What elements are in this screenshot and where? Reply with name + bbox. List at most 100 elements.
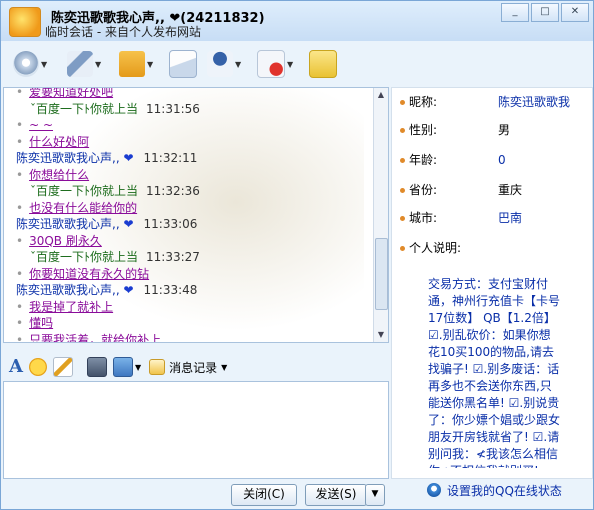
chat-history[interactable]: • 爱要知道好处吧 ˇ百度一下ﾄ你就上当 11:31:56 • ~ ~ • 什么好处阿 陈奕迅歌…: [3, 87, 389, 343]
message-text-line: • 懂吗: [16, 315, 366, 332]
scroll-down-arrow-icon[interactable]: ▼: [374, 328, 388, 342]
profile-label-city: 城市:: [400, 208, 437, 228]
message-text: 懂吗: [29, 316, 54, 330]
mail-button[interactable]: [169, 50, 197, 78]
message-bullet-icon: •: [16, 87, 24, 99]
message-text: 只要我活着，就给你补上: [29, 332, 162, 343]
sender-name: 陈奕迅歌歌我心声,,: [16, 283, 124, 297]
message-log-icon: [149, 359, 166, 375]
screenshot-icon[interactable]: [87, 357, 107, 377]
bullet-icon: [400, 158, 405, 163]
message-text-line: • 30QB 刷永久: [16, 233, 366, 250]
profile-value-gender: 男: [498, 123, 511, 137]
bullet-icon: [400, 216, 405, 221]
message-bullet-icon: •: [16, 233, 24, 248]
toolbar: ▼ ▼ ▼ ▼ ▼: [1, 41, 593, 87]
message-log-label: 消息记录: [169, 360, 218, 375]
profile-value-city: 巴南: [498, 211, 523, 225]
message-time: 11:32:36: [146, 184, 200, 198]
send-button[interactable]: 发送(S): [305, 484, 367, 506]
message-text-line: • 爱要知道好处吧: [16, 87, 366, 101]
webcam-icon: [13, 51, 39, 77]
auto-reply-line: ˇ百度一下ﾄ你就上当 11:33:27: [16, 249, 366, 266]
message-list: • 爱要知道好处吧 ˇ百度一下ﾄ你就上当 11:31:56 • ~ ~ • 什么好处阿 陈奕迅歌…: [16, 87, 366, 343]
message-text: 也没有什么能给你的: [29, 200, 138, 215]
contact-card-button[interactable]: ▼: [207, 51, 241, 77]
message-text-line: • 也没有什么能给你的: [16, 200, 366, 217]
message-text: 你想给什么: [29, 167, 90, 182]
chat-window: 陈奕迅歌歌我心声,, ❤(24211832) 临时会话 - 来自个人发布网站 _…: [0, 0, 594, 510]
message-text-line: • 什么好处阿: [16, 134, 366, 151]
microphone-icon: [67, 51, 93, 77]
minimize-button[interactable]: _: [501, 3, 529, 22]
maximize-button[interactable]: □: [531, 3, 559, 22]
bullet-icon: [400, 128, 405, 133]
scroll-thumb[interactable]: [375, 238, 388, 310]
webcam-button[interactable]: ▼: [13, 51, 47, 77]
message-sender-line: 陈奕迅歌歌我心声,, ❤ 11:33:06: [16, 216, 366, 233]
message-sender-line: 陈奕迅歌歌我心声,, ❤ 11:33:48: [16, 282, 366, 299]
message-text: ~ ~: [29, 118, 54, 132]
message-log-button[interactable]: 消息记录 ▼: [145, 359, 227, 376]
profile-label-age: 年龄:: [400, 150, 437, 170]
profile-value-nickname: 陈奕迅歌歌我: [498, 95, 571, 109]
profile-value-province: 重庆: [498, 183, 523, 197]
profile-label-description: 个人说明:: [400, 238, 461, 258]
message-text-line: • 只要我活着，就给你补上: [16, 332, 366, 343]
heart-icon: ❤: [123, 151, 134, 165]
message-bullet-icon: •: [16, 118, 24, 132]
bullet-icon: [400, 188, 405, 193]
message-bullet-icon: •: [16, 299, 24, 314]
add-contact-icon: [309, 50, 337, 78]
font-icon[interactable]: A: [9, 358, 23, 376]
message-text-line: • 你要知道没有永久的钻: [16, 266, 366, 283]
qq-status-link[interactable]: 设置我的QQ在线状态: [427, 481, 562, 499]
pen-icon[interactable]: [53, 357, 73, 377]
message-time: 11:33:27: [146, 250, 200, 264]
sender-name: 陈奕迅歌歌我心声,,: [16, 217, 124, 231]
title-bar[interactable]: 陈奕迅歌歌我心声,, ❤(24211832) 临时会话 - 来自个人发布网站 _…: [1, 1, 593, 41]
message-bullet-icon: •: [16, 332, 24, 343]
message-text: 30QB 刷永久: [29, 233, 102, 248]
message-text: 爱要知道好处吧: [29, 87, 114, 99]
profile-panel: 昵称: 陈奕迅歌歌我 性别: 男 年龄: 0 省份: 重庆 城市: 巴南 个人说…: [391, 87, 593, 479]
message-sender-line: 陈奕迅歌歌我心声,, ❤ 11:32:11: [16, 150, 366, 167]
window-subtitle: 临时会话 - 来自个人发布网站: [45, 25, 201, 39]
image-dropdown-icon[interactable]: ▼: [135, 363, 141, 372]
block-button[interactable]: ▼: [257, 50, 293, 78]
qq-status-label: 设置我的QQ在线状态: [447, 483, 562, 498]
sender-name: 陈奕迅歌歌我心声,,: [16, 151, 124, 165]
message-text: 我是掉了就补上: [29, 299, 114, 314]
chat-scrollbar[interactable]: ▲ ▼: [373, 88, 388, 342]
contact-avatar[interactable]: [9, 7, 41, 37]
profile-value-age: 0: [498, 153, 506, 167]
block-icon: [257, 50, 285, 78]
message-text-line: • 我是掉了就补上: [16, 299, 366, 316]
auto-reply-line: ˇ百度一下ﾄ你就上当 11:31:56: [16, 101, 366, 118]
add-contact-button[interactable]: [309, 50, 337, 78]
message-log-dropdown-icon: ▼: [221, 362, 228, 372]
qq-status-icon: [427, 483, 441, 497]
format-toolbar: A ▼ 消息记录 ▼: [3, 353, 387, 381]
emoticon-icon[interactable]: [29, 358, 47, 376]
send-options-button[interactable]: ▼: [365, 484, 385, 506]
message-text-line: • ~ ~: [16, 117, 366, 134]
image-icon[interactable]: [113, 357, 133, 377]
auto-reply-text: ˇ百度一下ﾄ你就上当: [30, 250, 139, 264]
profile-label-gender: 性别:: [400, 120, 437, 140]
heart-icon: ❤: [123, 217, 134, 231]
message-time: 11:33:48: [143, 283, 198, 297]
message-text-line: • 你想给什么: [16, 167, 366, 184]
message-bullet-icon: •: [16, 167, 24, 182]
close-window-button[interactable]: ✕: [561, 3, 589, 22]
scroll-up-arrow-icon[interactable]: ▲: [374, 88, 388, 102]
profile-description: 交易方式：支付宝财付通，神州行充值卡【卡号17位数】 QB【1.2倍】☑.别乱砍…: [428, 277, 560, 468]
message-input[interactable]: [3, 381, 389, 479]
message-time: 11:31:56: [146, 101, 200, 116]
bullet-icon: [400, 246, 405, 251]
profile-label-nickname: 昵称:: [400, 92, 437, 112]
auto-reply-text: ˇ百度一下ﾄ你就上当: [30, 184, 139, 198]
microphone-button[interactable]: ▼: [67, 51, 101, 77]
send-file-button[interactable]: ▼: [119, 51, 153, 77]
close-button[interactable]: 关闭(C): [231, 484, 297, 506]
